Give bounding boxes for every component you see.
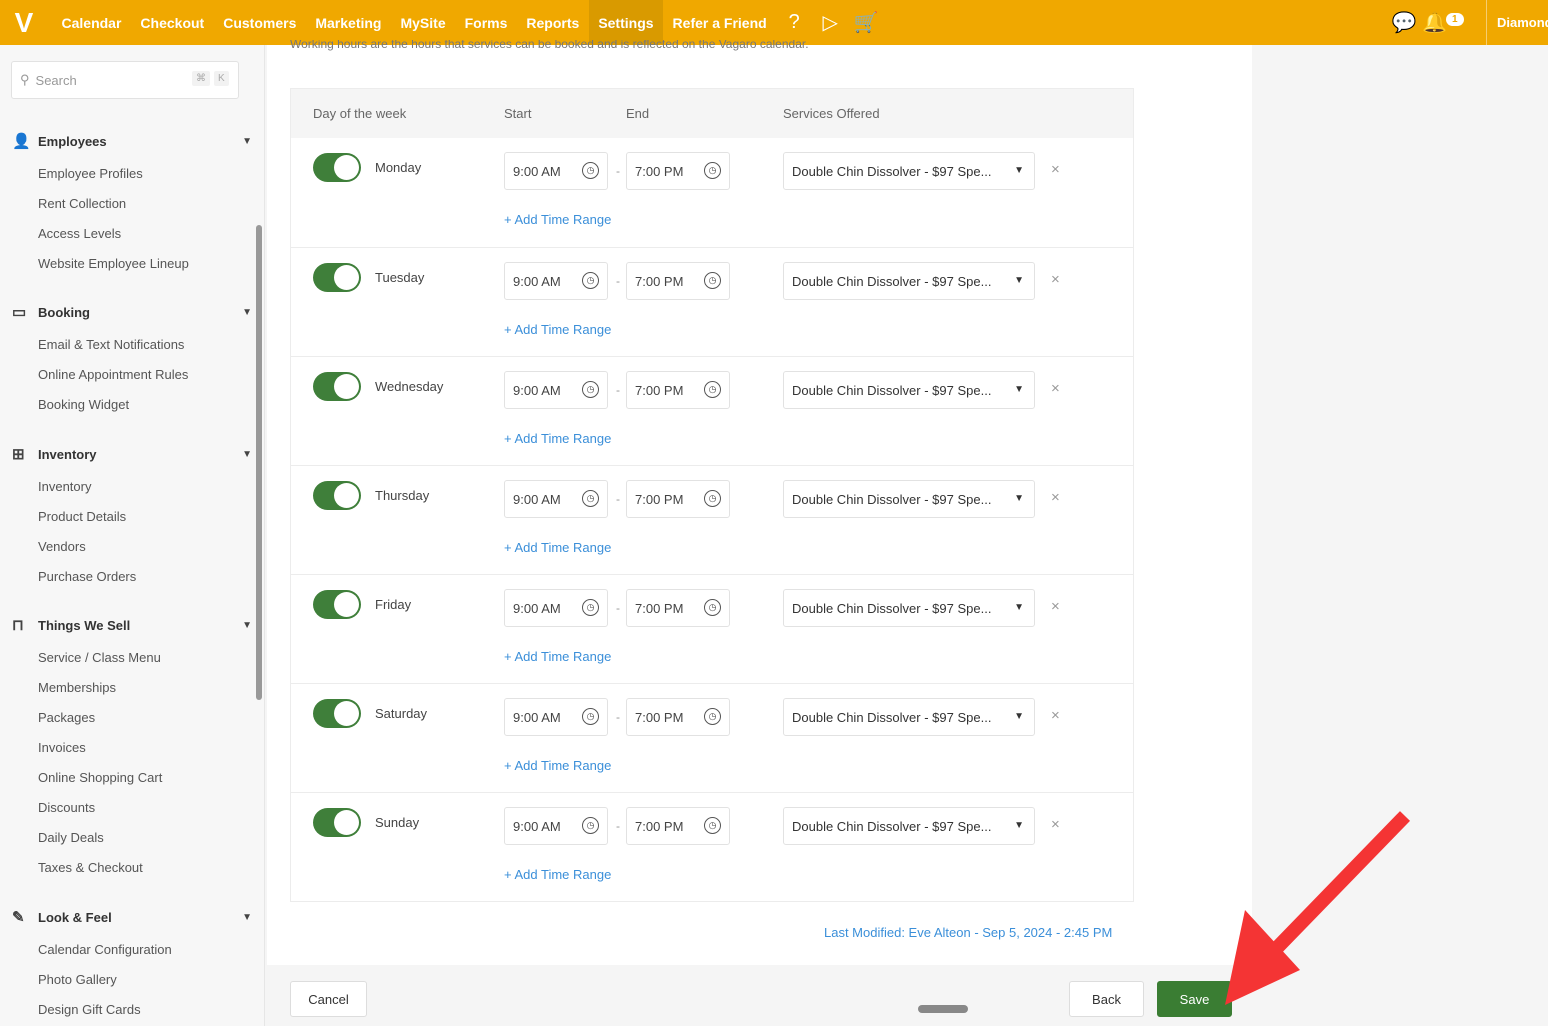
red-arrow-annotation <box>1225 811 1411 1005</box>
arrow-shaft <box>1264 811 1411 960</box>
arrow-head <box>1225 910 1300 1005</box>
